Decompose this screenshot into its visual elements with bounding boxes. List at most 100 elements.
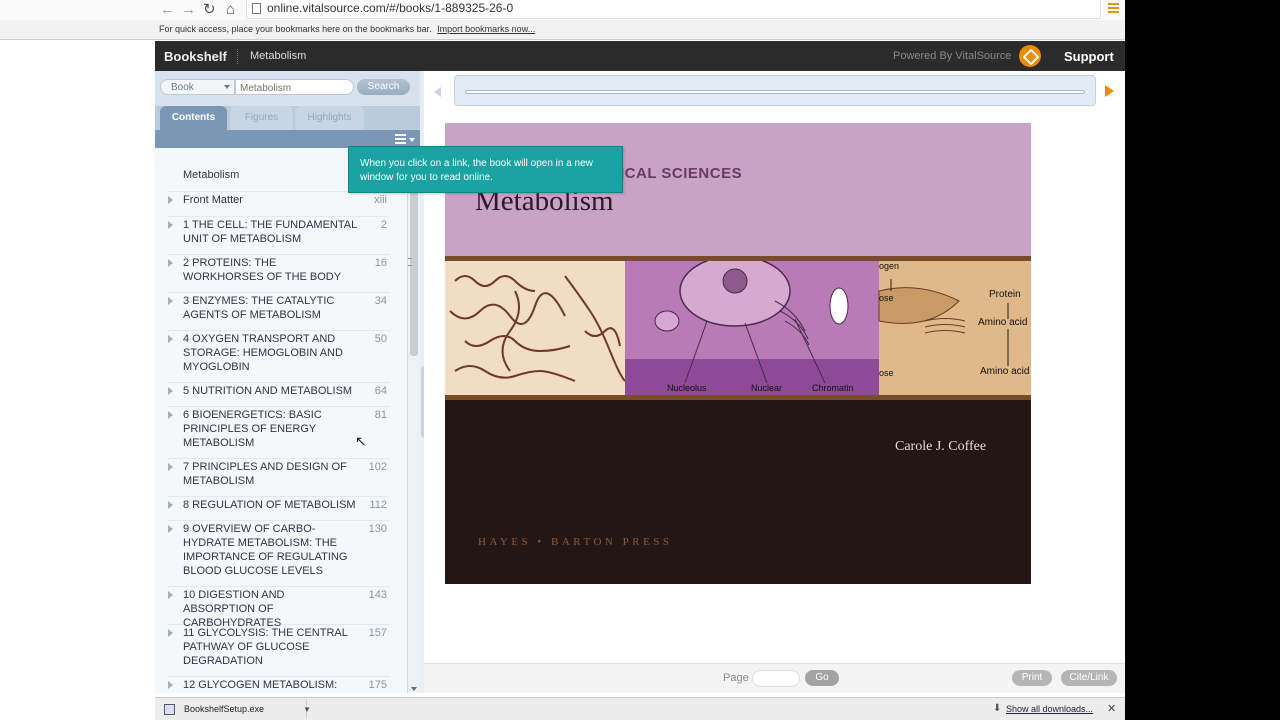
label-ose-2: ose [879,368,894,378]
sidebar-tabs: Contents Figures Highlights [155,106,420,148]
file-icon [164,704,175,715]
expand-arrow-icon[interactable] [168,387,173,395]
toc-item-label: 11 GLYCOLYSIS: THE CENTRAL PATHWAY OF GL… [183,627,348,667]
next-page-icon[interactable] [1105,85,1114,97]
toc-scrollbar[interactable] [407,148,420,693]
toc-item-label: 10 DIGESTION AND ABSORPTION OF CARBOHYDR… [183,589,285,629]
close-icon[interactable]: ✕ [1107,702,1116,715]
expand-arrow-icon[interactable] [168,411,173,419]
bookmarks-hint: For quick access, place your bookmarks h… [159,24,432,34]
screen-margin [1125,0,1280,720]
search-input[interactable] [235,79,354,95]
back-arrow-icon[interactable]: ← [160,1,175,19]
address-bar[interactable]: online.vitalsource.com/#/books/1-889325-… [246,0,1101,19]
chevron-down-icon [224,85,230,89]
tab-highlights[interactable]: Highlights [295,106,364,130]
home-icon[interactable]: ⌂ [226,1,235,19]
toc-item[interactable]: 11 GLYCOLYSIS: THE CENTRAL PATHWAY OF GL… [168,626,390,677]
label-amino-acid: Amino acid [978,317,1027,328]
toc-item-page: 2 [380,219,387,231]
reload-icon[interactable]: ↻ [203,1,216,19]
cover-divider [445,395,1031,400]
forward-arrow-icon[interactable]: → [181,1,196,19]
toc-item[interactable]: 5 NUTRITION AND METABOLISM 64 [168,384,390,407]
tab-figures[interactable]: Figures [230,106,293,130]
expand-arrow-icon[interactable] [168,501,173,509]
toc-item-label: 7 PRINCIPLES AND DESIGN OF METABOLISM [183,461,347,487]
info-tooltip: When you click on a link, the book will … [348,146,623,193]
toc-item-page: 130 [368,523,387,535]
cite-link-button[interactable]: Cite/Link [1061,670,1117,686]
toc-item-label: 6 BIOENERGETICS: BASIC PRINCIPLES OF ENE… [183,409,322,449]
page-slider[interactable] [454,75,1096,106]
import-bookmarks-link[interactable]: Import bookmarks now... [437,24,535,34]
toc-item-page: xiii [374,194,387,206]
reader-footer: Page Go Print Cite/Link [424,663,1125,693]
support-menu[interactable]: Support [1064,49,1114,64]
chevron-down-icon[interactable] [409,138,415,142]
previous-page-icon[interactable] [434,87,441,97]
toc-item[interactable]: 9 OVERVIEW OF CARBO-HYDRATE METABOLISM: … [168,522,390,587]
toc-item[interactable]: 2 PROTEINS: THE WORKHORSES OF THE BODY 1… [168,256,390,293]
toc-item-page: 157 [368,627,387,639]
toc-item[interactable]: 8 REGULATION OF METABOLISM 112 [168,498,390,521]
label-ogen: ogen [879,261,899,271]
toc-item[interactable]: 3 ENZYMES: THE CATALYTIC AGENTS OF METAB… [168,294,390,331]
download-item[interactable]: BookshelfSetup.exe ▼ [157,700,311,719]
toc-item-label: 8 REGULATION OF METABOLISM [183,499,356,511]
page-icon [252,3,261,14]
go-button[interactable]: Go [805,670,839,686]
toc-item[interactable]: 1 THE CELL: THE FUNDAMENTAL UNIT OF META… [168,218,390,255]
expand-arrow-icon[interactable] [168,335,173,343]
expand-arrow-icon[interactable] [168,525,173,533]
label-nucleolus: Nucleolus [667,383,707,393]
toc-item-label: 12 GLYCOGEN METABOLISM: [183,679,338,691]
toc-item-label: 5 NUTRITION AND METABOLISM [183,385,353,397]
label-chromatin: Chromatin [812,383,854,393]
toc-item[interactable]: 10 DIGESTION AND ABSORPTION OF CARBOHYDR… [168,588,390,629]
tab-contents[interactable]: Contents [160,106,227,130]
expand-arrow-icon[interactable] [168,297,173,305]
download-icon: ⬇ [993,703,1002,714]
expand-arrow-icon[interactable] [168,591,173,599]
show-all-downloads-link[interactable]: Show all downloads... [1006,704,1093,714]
toc-item[interactable]: 4 OXYGEN TRANSPORT AND STORAGE: HEMOGLOB… [168,332,390,383]
browser-menu-icon[interactable] [1108,3,1119,13]
label-protein: Protein [989,289,1021,300]
expand-arrow-icon[interactable] [168,221,173,229]
toc-item-page: 102 [368,461,387,473]
search-scope-select[interactable]: Book [160,79,235,95]
browser-window: ← → ↻ ⌂ online.vitalsource.com/#/books/1… [0,0,1125,720]
label-nuclear: Nuclear [751,383,782,393]
download-filename: BookshelfSetup.exe [184,704,265,714]
bookshelf-link[interactable]: Bookshelf [164,49,227,64]
app-header: Bookshelf Metabolism Powered By VitalSou… [155,41,1125,71]
toc-item[interactable]: 12 GLYCOGEN METABOLISM: 175 [168,678,390,693]
page-slider-track[interactable] [465,90,1085,94]
list-view-icon[interactable] [395,134,406,146]
book-title: Metabolism [250,50,307,62]
toc-item-page: 81 [374,409,387,421]
scroll-down-icon[interactable] [411,687,417,691]
search-button[interactable]: Search [357,79,410,95]
toc-item-page: 50 [374,333,387,345]
expand-arrow-icon[interactable] [168,259,173,267]
vitalsource-logo [1019,45,1041,67]
chevron-down-icon[interactable]: ▼ [303,705,311,714]
expand-arrow-icon[interactable] [168,629,173,637]
toc-item-label: 4 OXYGEN TRANSPORT AND STORAGE: HEMOGLOB… [183,333,343,373]
cover-cell-illustration: Nucleolus Nuclear Chromatin Protein Amin… [445,261,1031,395]
page-label: Page [723,672,749,684]
expand-arrow-icon[interactable] [168,681,173,689]
expand-arrow-icon[interactable] [168,196,173,204]
toc-item-label: 3 ENZYMES: THE CATALYTIC AGENTS OF METAB… [183,295,335,321]
browser-toolbar: ← → ↻ ⌂ online.vitalsource.com/#/books/1… [0,0,1125,20]
toc-item[interactable]: 7 PRINCIPLES AND DESIGN OF METABOLISM 10… [168,460,390,497]
toc-item-page: 175 [368,679,387,691]
expand-arrow-icon[interactable] [168,463,173,471]
toc-item-page: 112 [369,499,387,511]
print-button[interactable]: Print [1012,670,1052,686]
page-number-input[interactable] [752,670,800,687]
toc-item[interactable]: Front Matter xiii [168,193,390,217]
toc-item-page: 34 [374,295,387,307]
